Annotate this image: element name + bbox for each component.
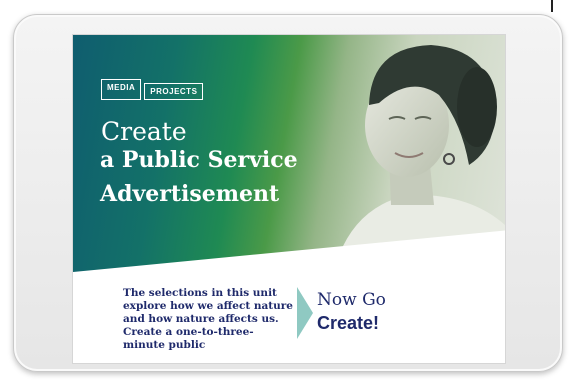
- top-tick-mark: [551, 0, 553, 12]
- page: MEDIA PROJECTS Create a Public Service A…: [0, 0, 574, 381]
- unit-description: The selections in this unit explore how …: [123, 287, 293, 351]
- hero-title-line-3: Advertisement: [100, 181, 280, 207]
- media-projects-logo: MEDIA PROJECTS: [101, 79, 204, 100]
- chevron-right-icon: [297, 287, 313, 339]
- hero-title-line-1: Create: [101, 117, 187, 146]
- logo-media: MEDIA: [101, 79, 142, 100]
- cta-create: Create!: [317, 313, 380, 333]
- hero-title-line-2: a Public Service: [100, 147, 298, 173]
- cta-now-go: Now Go: [317, 290, 386, 310]
- portrait-photo: [339, 45, 505, 255]
- logo-projects: PROJECTS: [144, 83, 204, 100]
- tablet-screen: MEDIA PROJECTS Create a Public Service A…: [72, 34, 506, 364]
